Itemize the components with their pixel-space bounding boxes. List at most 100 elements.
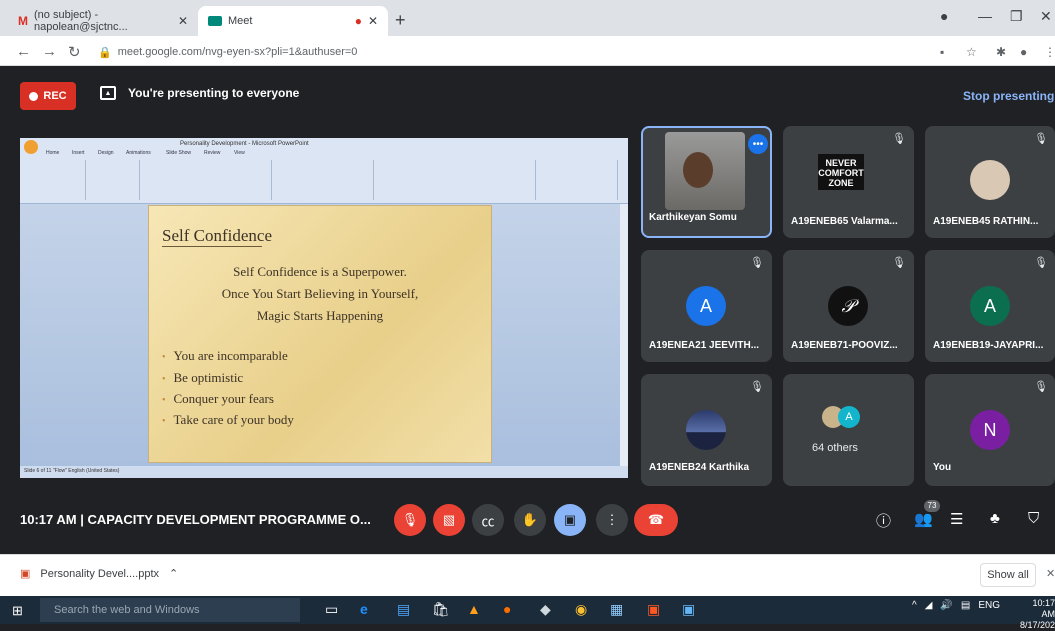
- chevron-up-icon[interactable]: ^: [912, 600, 917, 611]
- activities-icon[interactable]: ♣: [990, 510, 1000, 527]
- slide-bullet: You are incomparable: [162, 348, 288, 364]
- download-item[interactable]: ▣ Personality Devel....pptx ⌃: [20, 567, 178, 581]
- meeting-time: 10:17 AM: [20, 512, 77, 527]
- app2-icon[interactable]: ▣: [682, 601, 695, 618]
- taskbar-clock[interactable]: 10:17 AM 8/17/202: [1018, 598, 1055, 631]
- window-close-icon[interactable]: ✕: [1040, 8, 1052, 25]
- profile-icon[interactable]: ●: [940, 8, 948, 24]
- url-text: meet.google.com/nvg-eyen-sx?pli=1&authus…: [117, 46, 358, 58]
- office-button-icon: [24, 140, 38, 154]
- ribbon-group: [274, 160, 374, 200]
- mic-off-icon: 🎙: [1034, 381, 1048, 393]
- show-all-button[interactable]: Show all: [980, 563, 1036, 587]
- others-count: 64 others: [812, 442, 858, 454]
- restore-icon[interactable]: ❐: [1010, 8, 1023, 25]
- edge-icon[interactable]: e: [360, 601, 368, 617]
- title-underline: [162, 246, 262, 247]
- more-options-icon[interactable]: •••: [748, 134, 768, 154]
- ribbon-tab: Animations: [126, 150, 151, 156]
- record-dot-icon: [29, 91, 39, 101]
- notifications-icon[interactable]: ▤: [961, 600, 970, 611]
- captions-button[interactable]: ㏄: [472, 504, 504, 536]
- people-icon[interactable]: 👥: [914, 510, 933, 528]
- powerpoint-icon[interactable]: ▣: [647, 601, 660, 618]
- menu-icon[interactable]: ⋮: [1044, 45, 1055, 59]
- people-count-badge: 73: [924, 500, 940, 512]
- close-icon[interactable]: ✕: [178, 14, 188, 28]
- file-explorer-icon[interactable]: ▤: [397, 601, 410, 618]
- stop-presenting-button[interactable]: Stop presenting: [963, 89, 1054, 103]
- task-view-icon[interactable]: ▭: [325, 601, 338, 618]
- store-icon[interactable]: 🛍: [432, 601, 450, 618]
- tab-title: (no subject) - napolean@sjctnc...: [34, 9, 128, 33]
- slide-quote-line: Magic Starts Happening: [256, 308, 384, 323]
- firefox-icon[interactable]: ●: [503, 601, 511, 617]
- extensions-puzzle-icon[interactable]: ✱: [996, 45, 1006, 59]
- chevron-up-icon[interactable]: ⌃: [169, 567, 178, 580]
- ribbon-group: [24, 160, 86, 200]
- extension-icon[interactable]: ▪: [940, 45, 944, 59]
- clock-time: 10:17 AM: [1032, 598, 1055, 619]
- ribbon-tab: Home: [46, 150, 60, 156]
- minimize-icon[interactable]: —: [978, 8, 992, 24]
- presenting-banner: ▲ You're presenting to everyone: [100, 86, 299, 100]
- system-tray: ^ ◢ 🔊 ▤ ENG: [912, 600, 1000, 611]
- chrome-icon[interactable]: ◉: [575, 601, 587, 618]
- url-field[interactable]: 🔒 meet.google.com/nvg-eyen-sx?pli=1&auth…: [98, 41, 928, 63]
- bookmark-star-icon[interactable]: ☆: [966, 45, 977, 59]
- photos-icon[interactable]: ▦: [610, 601, 623, 618]
- present-now-button[interactable]: ▣: [554, 504, 586, 536]
- close-icon[interactable]: ✕: [368, 14, 378, 28]
- mic-off-icon: 🎙: [1034, 133, 1048, 145]
- info-icon[interactable]: ⓘ: [876, 510, 891, 531]
- ribbon-tab: Insert: [72, 150, 85, 156]
- taskbar-search-box[interactable]: Search the web and Windows: [40, 598, 300, 622]
- close-downloads-icon[interactable]: ✕: [1046, 567, 1055, 580]
- volume-icon[interactable]: 🔊: [940, 600, 952, 611]
- camera-toggle-button[interactable]: ▧: [433, 504, 465, 536]
- slide-bullet: Take care of your body: [162, 412, 294, 428]
- app-icon[interactable]: ◆: [540, 601, 551, 618]
- leave-call-button[interactable]: ☎: [634, 504, 678, 536]
- new-tab-icon[interactable]: +: [395, 10, 406, 31]
- slide-bullet: Conquer your fears: [162, 391, 274, 407]
- tab-gmail[interactable]: M (no subject) - napolean@sjctnc... ✕: [8, 6, 198, 36]
- forward-icon[interactable]: →: [42, 43, 57, 60]
- download-filename: Personality Devel....pptx: [40, 567, 160, 580]
- network-icon[interactable]: ◢: [925, 600, 933, 611]
- participant-avatar: A: [686, 286, 726, 326]
- participant-photo: [970, 160, 1010, 200]
- tab-meet[interactable]: Meet ● ✕: [198, 6, 388, 36]
- more-options-button[interactable]: ⋮: [596, 504, 628, 536]
- gmail-icon: M: [18, 14, 28, 28]
- account-icon[interactable]: ●: [1020, 45, 1027, 59]
- participant-name: Karthikeyan Somu: [649, 212, 737, 223]
- back-icon[interactable]: ←: [16, 43, 31, 60]
- participant-image: NEVER COMFORT ZONE: [818, 154, 864, 190]
- ppt-scrollbar: [620, 204, 628, 466]
- windows-start-icon[interactable]: ⊞: [12, 603, 23, 619]
- pptx-file-icon: ▣: [20, 568, 31, 580]
- recording-badge: REC: [20, 82, 76, 110]
- participant-avatar: N: [970, 410, 1010, 450]
- participant-name: A19ENEB71-POOVIZ...: [791, 340, 898, 351]
- ppt-status-bar: Slide 6 of 11 "Flow" English (United Sta…: [20, 466, 628, 478]
- ribbon-group: [142, 160, 272, 200]
- vlc-icon[interactable]: ▲: [467, 601, 481, 617]
- host-controls-icon[interactable]: ⛉: [1028, 510, 1039, 527]
- reload-icon[interactable]: ↻: [68, 43, 81, 61]
- slide-quote-line: Self Confidence is a Superpower.: [233, 264, 407, 279]
- participant-tile[interactable]: [783, 374, 914, 486]
- language-indicator[interactable]: ENG: [978, 600, 1000, 611]
- meet-icon: [208, 16, 222, 26]
- presenting-text: You're presenting to everyone: [128, 86, 300, 100]
- chat-icon[interactable]: ☰: [950, 510, 963, 528]
- raise-hand-button[interactable]: ✋: [514, 504, 546, 536]
- participant-name: You: [933, 462, 952, 473]
- mic-off-icon: 🎙: [892, 133, 906, 145]
- mic-off-icon: 🎙: [750, 381, 764, 393]
- tab-title: Meet: [228, 15, 253, 27]
- mic-toggle-button[interactable]: 🎙: [394, 504, 426, 536]
- participant-name: A19ENEB65 Valarma...: [791, 216, 898, 227]
- present-screen-icon: ▲: [100, 86, 116, 100]
